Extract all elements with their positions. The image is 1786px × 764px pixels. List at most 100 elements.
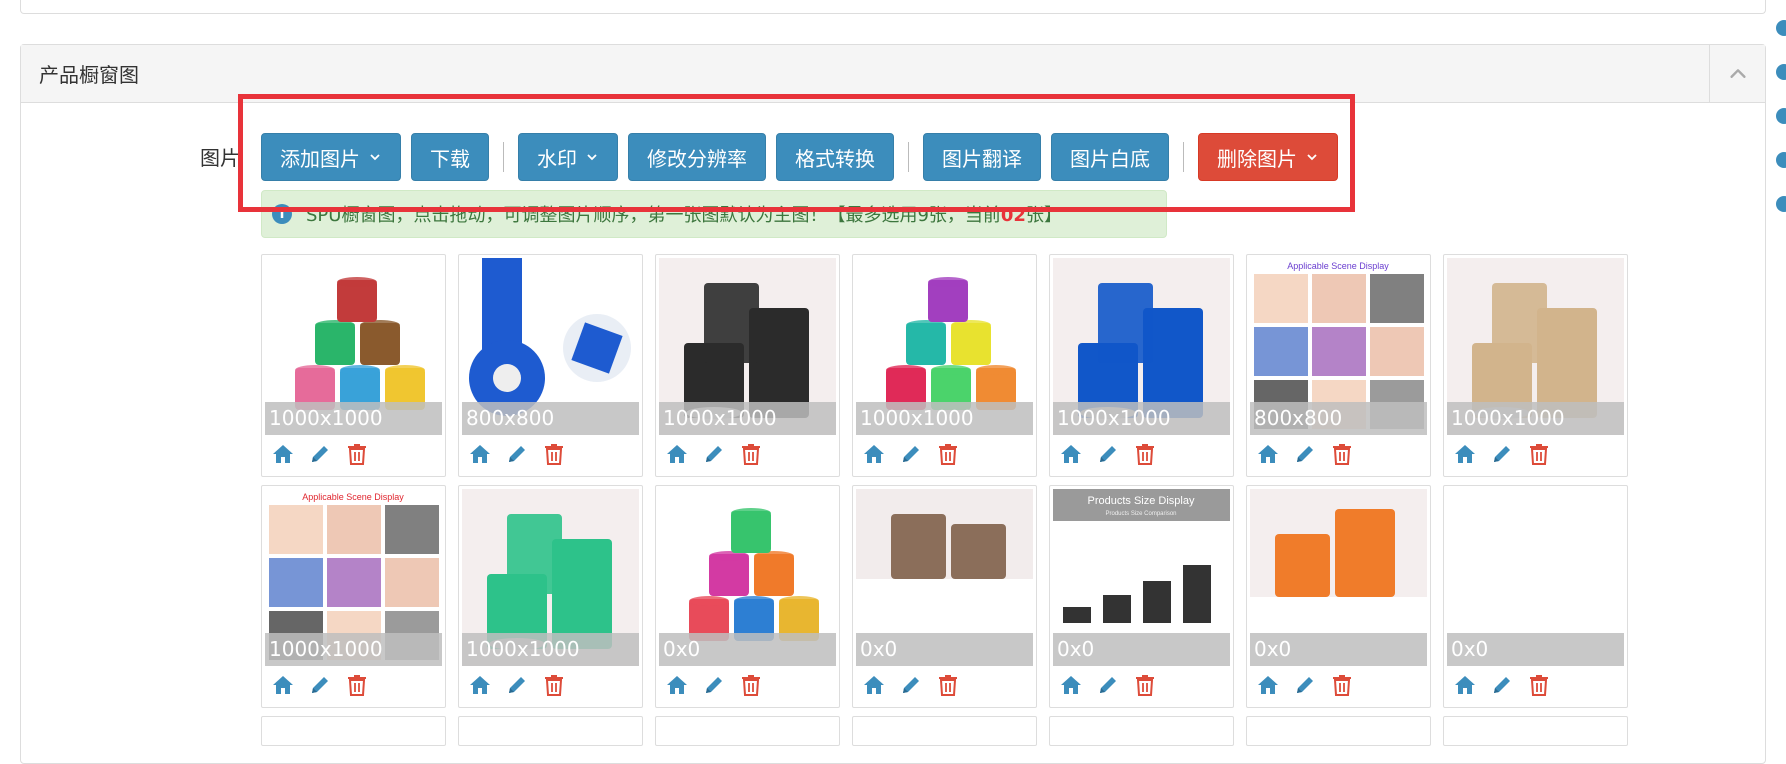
side-dot: [1776, 108, 1786, 124]
image-card[interactable]: 0x0: [1246, 485, 1431, 708]
delete-image-icon-button[interactable]: [541, 672, 567, 698]
image-card[interactable]: [852, 716, 1037, 746]
image-card[interactable]: [458, 716, 643, 746]
edit-image-button[interactable]: [701, 672, 727, 698]
delete-image-icon-button[interactable]: [935, 672, 961, 698]
image-card[interactable]: 1000x1000: [655, 254, 840, 477]
delete-image-icon-button[interactable]: [344, 672, 370, 698]
edit-image-button[interactable]: [504, 441, 530, 467]
home-icon: [470, 676, 490, 694]
image-size-label: 0x0: [659, 633, 836, 666]
image-card[interactable]: 0x0: [655, 485, 840, 708]
translate-image-button[interactable]: 图片翻译: [923, 133, 1041, 181]
image-actions: [270, 672, 381, 698]
image-card[interactable]: [1049, 716, 1234, 746]
edit-image-button[interactable]: [898, 441, 924, 467]
delete-image-icon-button[interactable]: [1526, 441, 1552, 467]
download-button[interactable]: 下载: [411, 133, 489, 181]
image-size-label: 800x800: [462, 402, 639, 435]
home-icon: [864, 676, 884, 694]
alert-text: SPU橱窗图，点击拖动，可调整图片顺序，第一张图默认为主图！【最多选用9张，当前…: [306, 201, 1062, 227]
delete-image-icon-button[interactable]: [1526, 672, 1552, 698]
edit-image-button[interactable]: [1292, 441, 1318, 467]
edit-image-button[interactable]: [1095, 672, 1121, 698]
image-card[interactable]: 1000x1000: [458, 485, 643, 708]
info-alert: i SPU橱窗图，点击拖动，可调整图片顺序，第一张图默认为主图！【最多选用9张，…: [261, 190, 1167, 238]
set-main-image-button[interactable]: [861, 672, 887, 698]
image-size-label: 0x0: [1053, 633, 1230, 666]
image-card[interactable]: 0x0: [1443, 485, 1628, 708]
set-main-image-button[interactable]: [1255, 672, 1281, 698]
set-main-image-button[interactable]: [270, 441, 296, 467]
resize-button[interactable]: 修改分辨率: [628, 133, 766, 181]
edit-icon: [509, 677, 525, 693]
delete-image-icon-button[interactable]: [738, 441, 764, 467]
image-card[interactable]: [261, 716, 446, 746]
image-card[interactable]: Products Size Display Products Size Compa…: [1049, 485, 1234, 708]
edit-image-button[interactable]: [504, 672, 530, 698]
image-card[interactable]: [1246, 716, 1431, 746]
edit-icon: [1494, 677, 1510, 693]
set-main-image-button[interactable]: [467, 441, 493, 467]
delete-image-icon-button[interactable]: [1329, 672, 1355, 698]
home-icon: [1061, 445, 1081, 463]
set-main-image-button[interactable]: [467, 672, 493, 698]
watermark-button[interactable]: 水印: [518, 133, 618, 181]
delete-image-icon-button[interactable]: [1329, 441, 1355, 467]
image-card[interactable]: 1000x1000: [1443, 254, 1628, 477]
image-actions: [861, 672, 972, 698]
add-image-button[interactable]: 添加图片: [261, 133, 401, 181]
trash-icon: [545, 675, 563, 696]
image-card[interactable]: [655, 716, 840, 746]
edit-image-button[interactable]: [1489, 672, 1515, 698]
edit-image-button[interactable]: [898, 672, 924, 698]
image-card[interactable]: 1000x1000: [852, 254, 1037, 477]
delete-image-icon-button[interactable]: [738, 672, 764, 698]
svg-text:Applicable Scene Display: Applicable Scene Display: [302, 492, 404, 502]
delete-image-icon-button[interactable]: [541, 441, 567, 467]
trash-icon: [1136, 444, 1154, 465]
image-card[interactable]: 1000x1000: [1049, 254, 1234, 477]
previous-panel: [20, 0, 1766, 14]
set-main-image-button[interactable]: [664, 672, 690, 698]
collapse-button[interactable]: [1709, 45, 1765, 103]
delete-image-icon-button[interactable]: [1132, 672, 1158, 698]
set-main-image-button[interactable]: [1452, 672, 1478, 698]
image-card[interactable]: 0x0: [852, 485, 1037, 708]
edit-image-button[interactable]: [1489, 441, 1515, 467]
images-field-label: 图片: [200, 146, 240, 170]
edit-image-button[interactable]: [1095, 441, 1121, 467]
image-actions: [467, 672, 578, 698]
home-icon: [1258, 676, 1278, 694]
set-main-image-button[interactable]: [1058, 441, 1084, 467]
edit-image-button[interactable]: [1292, 672, 1318, 698]
image-card[interactable]: [1443, 716, 1628, 746]
set-main-image-button[interactable]: [1452, 441, 1478, 467]
edit-icon: [509, 446, 525, 462]
edit-image-button[interactable]: [307, 672, 333, 698]
set-main-image-button[interactable]: [861, 441, 887, 467]
set-main-image-button[interactable]: [1255, 441, 1281, 467]
set-main-image-button[interactable]: [1058, 672, 1084, 698]
edit-image-button[interactable]: [701, 441, 727, 467]
trash-icon: [348, 444, 366, 465]
image-card[interactable]: Applicable Scene Display 1000x1000: [261, 485, 446, 708]
delete-image-icon-button[interactable]: [1132, 441, 1158, 467]
edit-image-button[interactable]: [307, 441, 333, 467]
home-icon: [667, 445, 687, 463]
white-background-button[interactable]: 图片白底: [1051, 133, 1169, 181]
edit-icon: [1100, 446, 1116, 462]
image-card[interactable]: 800x800: [458, 254, 643, 477]
format-convert-button[interactable]: 格式转换: [776, 133, 894, 181]
delete-image-icon-button[interactable]: [935, 441, 961, 467]
svg-text:Products Size Comparison: Products Size Comparison: [1105, 511, 1176, 517]
trash-icon: [742, 675, 760, 696]
set-main-image-button[interactable]: [270, 672, 296, 698]
image-actions: [1058, 672, 1169, 698]
image-card[interactable]: 1000x1000: [261, 254, 446, 477]
delete-image-button[interactable]: 删除图片: [1198, 133, 1338, 181]
delete-image-icon-button[interactable]: [344, 441, 370, 467]
image-card[interactable]: Applicable Scene Display 800x800: [1246, 254, 1431, 477]
image-size-label: 1000x1000: [265, 402, 442, 435]
set-main-image-button[interactable]: [664, 441, 690, 467]
